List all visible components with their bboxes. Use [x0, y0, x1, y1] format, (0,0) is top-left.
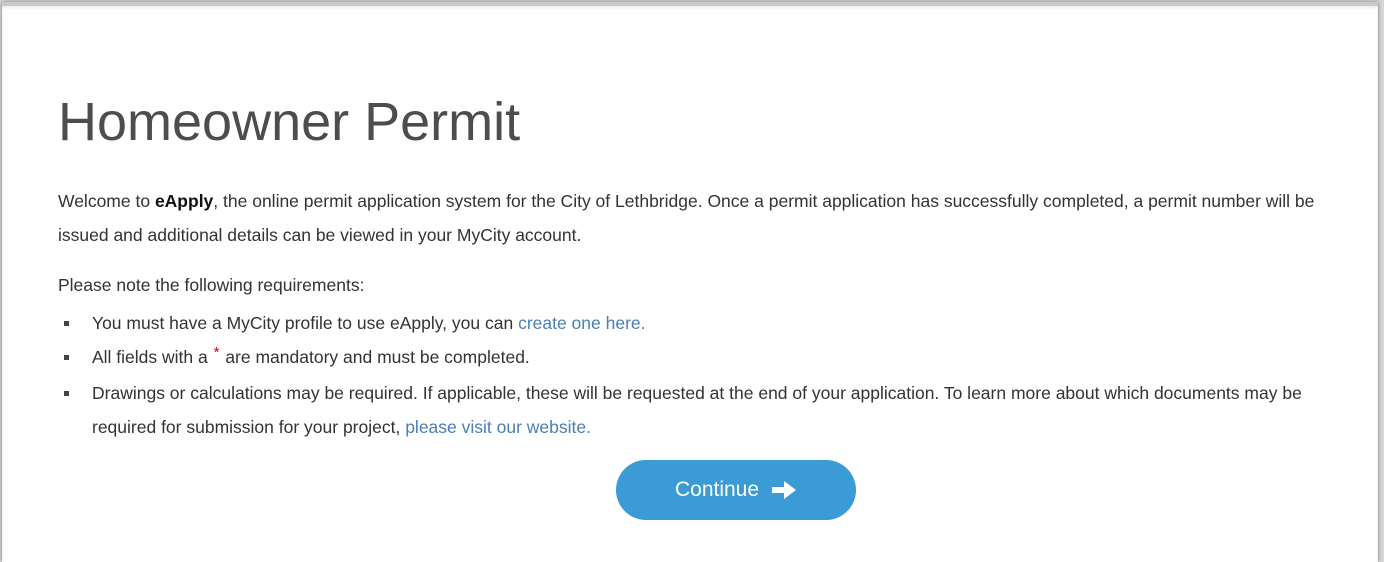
bullet-icon: [64, 391, 69, 396]
continue-label: Continue: [674, 478, 760, 501]
requirement-text: You must have a MyCity profile to use eA…: [92, 313, 519, 333]
intro-brand: eApply: [154, 191, 214, 211]
bullet-icon: [64, 355, 69, 360]
intro-paragraph: Welcome to eApply, the online permit app…: [58, 184, 1320, 252]
requirement-item-mandatory: All fields with a * are mandatory and mu…: [58, 340, 1330, 376]
requirement-item-drawings: Drawings or calculations may be required…: [58, 376, 1330, 444]
arrow-right-icon: [771, 480, 797, 500]
requirement-item-profile: You must have a MyCity profile to use eA…: [58, 306, 1330, 340]
visit-website-link[interactable]: please visit our website.: [405, 417, 591, 437]
requirement-text-after: are mandatory and must be completed.: [220, 347, 530, 367]
requirements-heading: Please note the following requirements:: [58, 275, 365, 295]
requirement-text: Drawings or calculations may be required…: [92, 383, 1302, 437]
intro-prefix: Welcome to: [58, 191, 155, 211]
requirements-list: You must have a MyCity profile to use eA…: [58, 306, 1330, 444]
intro-suffix: , the online permit application system f…: [58, 191, 1315, 245]
page-frame: Homeowner Permit Welcome to eApply, the …: [2, 2, 1378, 562]
page-title: Homeowner Permit: [58, 92, 521, 152]
create-profile-link[interactable]: create one here.: [518, 313, 645, 333]
requirement-text: All fields with a: [92, 347, 213, 367]
required-star-icon: *: [213, 344, 220, 361]
continue-button[interactable]: Continue: [616, 460, 856, 520]
bullet-icon: [64, 321, 69, 326]
